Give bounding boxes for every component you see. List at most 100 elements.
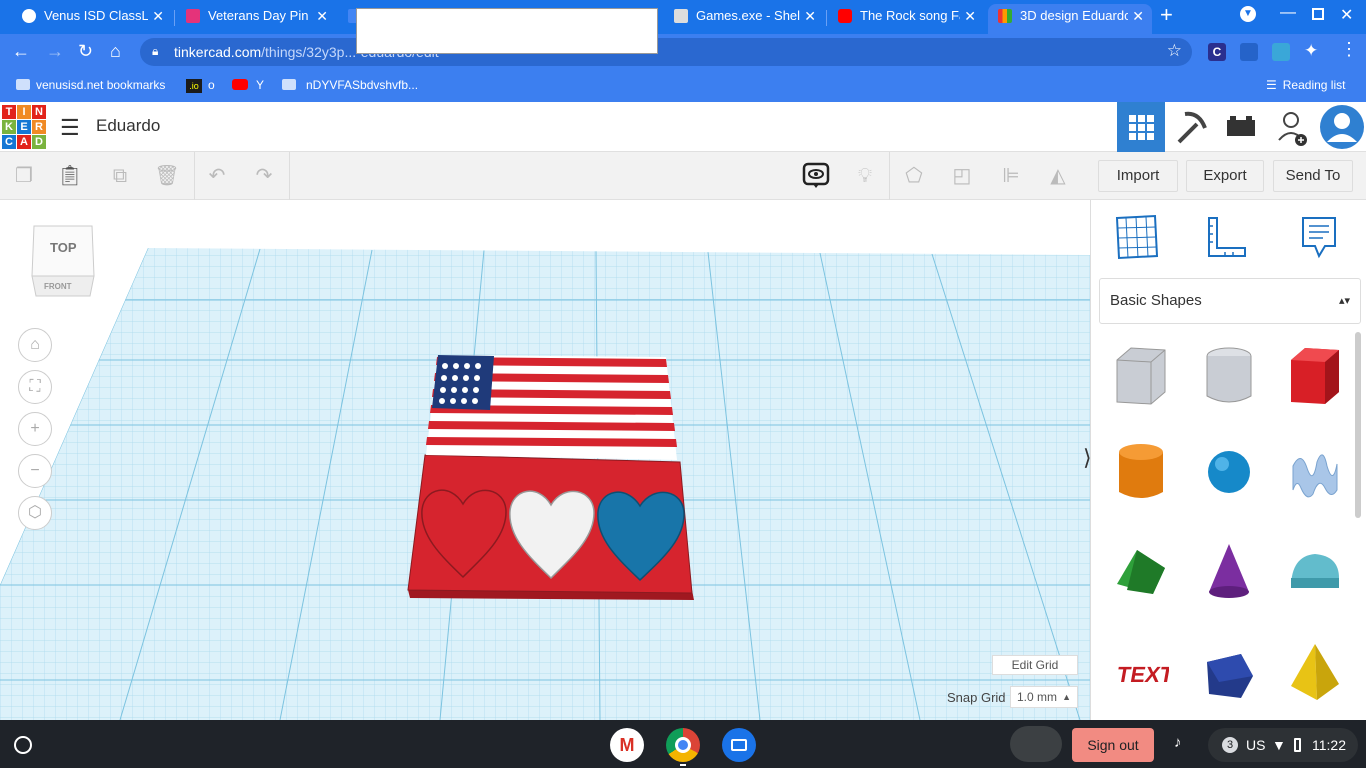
close-tab-icon[interactable]: ✕ xyxy=(804,4,816,28)
workplane-tool-icon[interactable] xyxy=(1115,214,1159,260)
shapes-panel: ⟩ Basic Shapes ▴▾ TEXT xyxy=(1083,200,1366,720)
gmail-icon[interactable]: M xyxy=(610,728,644,762)
redo-icon[interactable]: ↷ xyxy=(250,162,278,190)
screen-capture-thumbnail[interactable] xyxy=(1010,726,1062,762)
notes-eye-icon[interactable] xyxy=(802,162,830,190)
tinkercad-logo[interactable]: T I N K E R C A D xyxy=(2,105,46,149)
system-tray[interactable]: 3 US ▼ 11:22 xyxy=(1208,728,1358,762)
zoom-in-icon[interactable]: + xyxy=(18,412,52,446)
sphere-shape[interactable] xyxy=(1201,442,1257,502)
cylinder-hole-shape[interactable] xyxy=(1201,346,1257,406)
polygon-shape[interactable] xyxy=(1201,642,1257,702)
box-shape[interactable] xyxy=(1287,346,1343,406)
launcher-icon[interactable] xyxy=(14,736,32,754)
close-tab-icon[interactable]: ✕ xyxy=(316,4,328,28)
american-flag[interactable] xyxy=(426,355,677,460)
ungroup-icon[interactable]: ◰ xyxy=(948,162,976,190)
pyramid-shape[interactable] xyxy=(1287,642,1343,702)
box-hole-shape[interactable] xyxy=(1113,346,1169,406)
bookmark-folder-venusisd[interactable]: venusisd.net bookmarks xyxy=(16,78,165,92)
fit-view-icon[interactable]: ⛶ xyxy=(18,370,52,404)
tab-3d-design-eduardo[interactable]: 3D design Eduardo ✕ xyxy=(988,4,1152,34)
duplicate-icon[interactable]: ⧉ xyxy=(106,162,134,190)
address-bar-row: ← → ↻ ⌂ 🔒︎ tinkercad.com/things/32y3p...… xyxy=(0,34,1366,70)
design-list-icon[interactable]: ☰ xyxy=(60,115,80,141)
group-icon[interactable]: ⬠ xyxy=(900,162,928,190)
bookmark-youtube[interactable]: Y xyxy=(232,78,264,92)
chrome-icon[interactable] xyxy=(666,728,700,762)
tab-search-icon[interactable]: ▼ xyxy=(1240,6,1256,22)
collapse-panel-icon[interactable]: ⟩ xyxy=(1083,445,1103,475)
edit-grid-button[interactable]: Edit Grid xyxy=(992,655,1078,675)
undo-icon[interactable]: ↶ xyxy=(203,162,231,190)
send-to-button[interactable]: Send To xyxy=(1273,160,1353,192)
shape-library-select[interactable]: Basic Shapes ▴▾ xyxy=(1099,278,1361,324)
design-name[interactable]: Eduardo xyxy=(96,116,160,136)
extensions-puzzle-icon[interactable]: ✦ xyxy=(1304,41,1318,61)
select-arrows-icon: ▴▾ xyxy=(1338,295,1350,307)
cylinder-shape[interactable] xyxy=(1113,442,1169,502)
home-view-icon[interactable]: ⌂ xyxy=(18,328,52,362)
bookmarks-bar: venusisd.net bookmarks .io o Y nDYVFASbdv… xyxy=(0,70,1366,102)
extension-people-icon[interactable] xyxy=(1240,43,1258,61)
back-icon[interactable]: ← xyxy=(12,42,30,60)
half-cylinder-shape[interactable] xyxy=(1287,542,1343,602)
chrome-running-indicator xyxy=(680,764,686,766)
ruler-tool-icon[interactable] xyxy=(1205,214,1249,260)
delete-icon[interactable]: 🗑︎ xyxy=(153,162,181,190)
3d-view-button[interactable] xyxy=(1117,102,1165,152)
bookmark-star-icon[interactable]: ☆ xyxy=(1167,41,1182,61)
tab-venus-isd[interactable]: Venus ISD ClassLi ✕ xyxy=(12,4,172,34)
tab-veterans-day[interactable]: Veterans Day Pin ✕ xyxy=(176,4,336,34)
new-tab-icon[interactable]: + xyxy=(1160,2,1173,28)
cone-shape[interactable] xyxy=(1201,542,1257,602)
home-icon[interactable]: ⌂ xyxy=(110,42,121,60)
youtube-icon xyxy=(232,79,248,90)
zoom-out-icon[interactable]: − xyxy=(18,454,52,488)
import-button[interactable]: Import xyxy=(1098,160,1178,192)
lightbulb-icon[interactable]: 💡︎ xyxy=(851,162,879,190)
extension-c-icon[interactable]: C xyxy=(1208,43,1226,61)
close-tab-icon[interactable]: ✕ xyxy=(1132,4,1144,28)
panel-scrollbar[interactable] xyxy=(1355,332,1361,518)
close-tab-icon[interactable]: ✕ xyxy=(152,4,164,28)
align-icon[interactable]: ⊫ xyxy=(997,162,1025,190)
workplane-canvas[interactable] xyxy=(0,200,1090,720)
reading-list[interactable]: ☰ Reading list xyxy=(1266,78,1345,92)
divider xyxy=(889,152,890,200)
minimize-icon[interactable]: — xyxy=(1280,4,1296,22)
invite-user-button[interactable] xyxy=(1267,102,1315,152)
chrome-menu-icon[interactable]: ⋮ xyxy=(1340,39,1358,60)
bookmark-io[interactable]: .io o xyxy=(186,78,215,93)
omnibox[interactable]: 🔒︎ tinkercad.com/things/32y3p...-eduardo… xyxy=(140,38,1192,66)
export-button[interactable]: Export xyxy=(1186,160,1264,192)
blocks-button[interactable] xyxy=(1167,102,1215,152)
maximize-icon[interactable] xyxy=(1312,8,1324,20)
sign-out-button[interactable]: Sign out xyxy=(1072,728,1154,762)
tote-icon[interactable]: ♪ xyxy=(1174,734,1182,751)
mirror-icon[interactable]: ◭ xyxy=(1044,162,1072,190)
text-shape[interactable]: TEXT xyxy=(1113,642,1169,702)
close-window-icon[interactable]: ✕ xyxy=(1340,5,1353,25)
forward-icon[interactable]: → xyxy=(46,42,64,60)
view-cube[interactable]: TOP FRONT xyxy=(30,224,96,300)
snap-grid-select[interactable]: 1.0 mm ▲ xyxy=(1010,686,1078,708)
bookmark-folder-ndyv[interactable]: nDYVFASbdvshvfb... xyxy=(282,78,418,92)
perspective-icon[interactable]: ⬡ xyxy=(18,496,52,530)
notification-count-badge: 3 xyxy=(1222,737,1238,753)
camera-icon[interactable] xyxy=(722,728,756,762)
roof-shape[interactable] xyxy=(1113,542,1169,602)
notes-tool-icon[interactable] xyxy=(1299,214,1339,260)
copy-icon[interactable]: ❐ xyxy=(10,162,38,190)
avatar[interactable] xyxy=(1318,102,1366,152)
paste-icon[interactable]: 📋︎ xyxy=(56,162,84,190)
reload-icon[interactable]: ↻ xyxy=(78,42,93,60)
logo-letter: T xyxy=(2,105,16,119)
bricks-button[interactable] xyxy=(1217,102,1265,152)
extension-cloud-icon[interactable] xyxy=(1272,43,1290,61)
tab-the-rock-song[interactable]: The Rock song Fa ✕ xyxy=(828,4,984,34)
3d-workplane-viewport[interactable]: TOP FRONT ⌂ ⛶ + − ⬡ Edit Grid Snap Grid … xyxy=(0,200,1090,720)
close-tab-icon[interactable]: ✕ xyxy=(964,4,976,28)
tab-games[interactable]: Games.exe - Shells ✕ xyxy=(664,4,824,34)
scribble-shape[interactable] xyxy=(1287,442,1343,502)
